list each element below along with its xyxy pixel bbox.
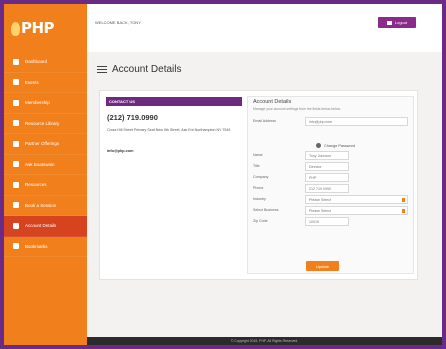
text-input[interactable]: 212 719 0990 xyxy=(305,184,349,193)
chevron-down-icon xyxy=(402,209,405,213)
text-input[interactable]: Director xyxy=(305,162,349,171)
sidebar-item-book-a-session[interactable]: Book a Session xyxy=(4,196,87,216)
page-title-text: Account Details xyxy=(112,64,182,75)
tag-icon xyxy=(13,140,19,147)
sidebar-item-account-details[interactable]: Account Details xyxy=(4,216,87,237)
key-icon xyxy=(316,143,321,148)
calendar-icon xyxy=(13,79,19,86)
sidebar-item-label: Dashboard xyxy=(25,59,48,65)
sidebar-item-ask-boatswain[interactable]: Ask Boatswain xyxy=(4,155,87,175)
field-value: 212 719 0990 xyxy=(309,186,331,191)
logout-label: Logout xyxy=(394,20,408,25)
sidebar-item-label: Resource Library xyxy=(25,120,60,126)
field-row-company: Company PHP xyxy=(253,173,411,182)
field-value: PHP xyxy=(309,175,317,180)
app-window: PHP Dashboard Events Membership Resource Li… xyxy=(4,4,442,345)
sidebar-item-resource-library[interactable]: Resource Library xyxy=(4,114,87,134)
field-row-zip-code: Zip Code 10019 xyxy=(253,217,411,226)
change-password-link[interactable]: Change Password xyxy=(316,143,355,148)
footer: © Copyright 2015. PHP. All Rights Reserv… xyxy=(87,337,442,345)
sidebar-item-events[interactable]: Events xyxy=(4,73,87,93)
sidebar-item-membership[interactable]: Membership xyxy=(4,93,87,114)
exit-icon xyxy=(386,20,392,25)
sidebar-nav: Dashboard Events Membership Resource Librar… xyxy=(4,52,87,257)
sidebar-item-partner-offerings[interactable]: Partner Offerings xyxy=(4,134,87,155)
page-title: Account Details xyxy=(97,64,181,75)
person-icon xyxy=(13,222,19,229)
sidebar-item-label: Membership xyxy=(25,100,50,106)
account-form-subtitle: Manage your account settings from the fi… xyxy=(253,107,341,111)
home-icon xyxy=(13,58,19,65)
text-input[interactable]: PHP xyxy=(305,173,349,182)
field-row-name: Name Tony Johnson xyxy=(253,151,411,160)
select-field[interactable]: Please Select xyxy=(305,206,408,215)
field-row-phone: Phone 212 719 0990 xyxy=(253,184,411,193)
field-label: Industry xyxy=(253,197,266,201)
field-value: Please Select xyxy=(309,208,331,213)
sidebar-item-resources[interactable]: Resources xyxy=(4,175,87,196)
change-password-label: Change Password xyxy=(324,143,356,148)
field-label: Phone xyxy=(253,186,264,190)
select-field[interactable]: Please Select xyxy=(305,195,408,204)
pencil-icon xyxy=(13,202,19,209)
field-row-industry: Industry Please Select xyxy=(253,195,411,204)
sidebar-item-label: Bookmarks xyxy=(25,243,48,249)
sidebar-item-label: Ask Boatswain xyxy=(25,161,55,167)
field-row-select-business: Select Business Please Select xyxy=(253,206,411,215)
topbar: WELCOME BACK, TONY Logout xyxy=(87,4,442,52)
field-label: Zip Code xyxy=(253,219,268,223)
content-panel: CONTACT US (212) 719.0990 Cross Hill Str… xyxy=(99,90,418,280)
sidebar: PHP Dashboard Events Membership Resource Li… xyxy=(4,4,87,345)
sidebar-item-label: Resources xyxy=(25,182,47,188)
logout-button[interactable]: Logout xyxy=(378,17,416,28)
field-label: Email Address xyxy=(253,119,276,123)
field-label: Select Business xyxy=(253,208,279,212)
field-row-title: Title Director xyxy=(253,162,411,171)
hamburger-icon[interactable] xyxy=(97,65,107,74)
text-input[interactable]: info@php.com xyxy=(305,117,408,126)
chevron-down-icon xyxy=(402,198,405,202)
welcome-text: WELCOME BACK, TONY xyxy=(95,20,141,25)
sidebar-item-dashboard[interactable]: Dashboard xyxy=(4,52,87,73)
field-value: info@php.com xyxy=(309,119,333,124)
sidebar-item-label: Account Details xyxy=(25,223,57,229)
field-value: Tony Johnson xyxy=(309,153,332,158)
contact-address: Cross Hill Street Primary Seat New 9th S… xyxy=(107,128,231,132)
text-input[interactable]: Tony Johnson xyxy=(305,151,349,160)
field-label: Title xyxy=(253,164,260,168)
download-icon xyxy=(13,181,19,188)
book-icon xyxy=(13,120,19,127)
sidebar-item-label: Events xyxy=(25,79,39,85)
contact-phone: (212) 719.0990 xyxy=(107,113,158,122)
logo-mark-icon xyxy=(11,22,20,36)
field-value: 10019 xyxy=(309,219,319,224)
update-button[interactable]: Update xyxy=(306,261,339,271)
bookmark-icon xyxy=(13,243,19,250)
sidebar-item-label: Book a Session xyxy=(25,202,57,208)
account-form-title: Account Details xyxy=(253,99,292,105)
sidebar-item-bookmarks[interactable]: Bookmarks xyxy=(4,237,87,257)
account-form: Account Details Manage your account sett… xyxy=(247,96,414,274)
contact-header: CONTACT US xyxy=(106,97,242,106)
logo-text: PHP xyxy=(21,19,55,37)
field-label: Name xyxy=(253,153,263,157)
field-label: Company xyxy=(253,175,269,179)
field-value: Please Select xyxy=(309,197,331,202)
field-value: Director xyxy=(309,164,322,169)
sidebar-item-label: Partner Offerings xyxy=(25,141,60,147)
users-icon xyxy=(13,99,19,106)
field-row-email-address: Email Address info@php.com xyxy=(253,117,411,126)
logo[interactable]: PHP xyxy=(4,4,87,52)
contact-email-link[interactable]: info@php.com xyxy=(107,149,133,153)
chat-icon xyxy=(13,161,19,168)
text-input[interactable]: 10019 xyxy=(305,217,349,226)
